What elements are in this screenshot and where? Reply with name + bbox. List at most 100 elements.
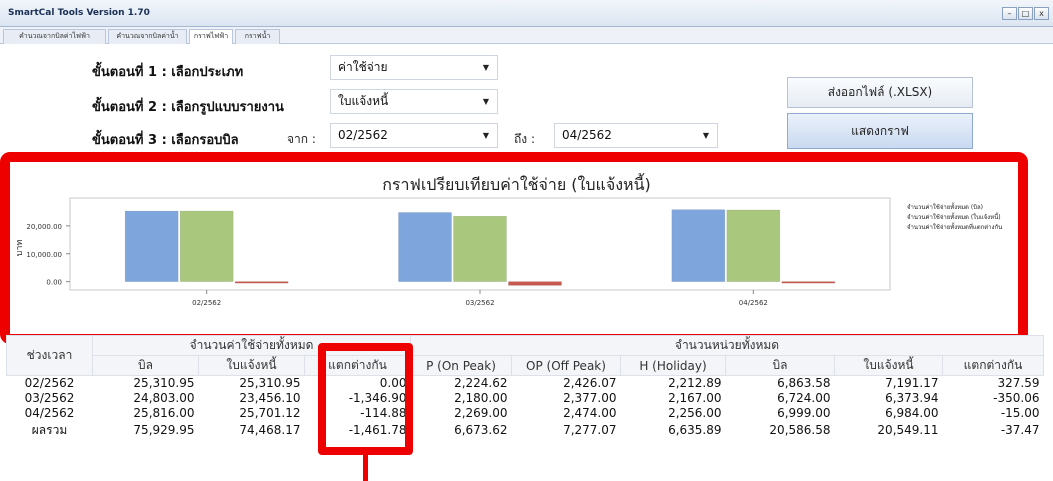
y-axis-label: บาท [15, 240, 25, 257]
table-cell: -37.47 [1000, 423, 1040, 437]
col-header-invoice: ใบแจ้งหนี้ [198, 355, 305, 376]
expense-group-header: จำนวนค่าใช้จ่ายทั้งหมด [92, 335, 411, 356]
table-cell: 6,635.89 [668, 423, 722, 437]
chevron-down-icon: ▼ [482, 97, 489, 106]
table-cell: 6,373.94 [885, 391, 939, 405]
to-period-select[interactable]: 04/2562 ▼ [554, 123, 718, 148]
table-cell: 2,224.62 [454, 376, 508, 391]
table-row[interactable]: 04/2562 25,816.00 25,701.12 -114.88 2,269.00… [7, 406, 1044, 421]
from-period-select[interactable]: 02/2562 ▼ [330, 123, 498, 148]
table-row[interactable]: 02/2562 25,310.95 25,310.95 0.00 2,224.62 2,4… [7, 376, 1044, 391]
table-cell: 20,586.58 [769, 423, 831, 437]
table-cell: 25,310.95 [133, 376, 195, 391]
col-header-difference: แตกต่างกัน [304, 355, 411, 376]
bar-bill [398, 212, 452, 282]
table-cell: 6,984.00 [885, 406, 939, 420]
chevron-down-icon: ▼ [702, 131, 709, 140]
table-cell: 2,212.89 [668, 376, 722, 391]
title-bar: SmartCal Tools Version 1.70 – □ x [0, 0, 1053, 27]
table-cell: 23,456.10 [239, 391, 301, 405]
table-cell: 74,468.17 [239, 423, 301, 437]
table-cell: 6,863.58 [777, 376, 831, 391]
table-cell: 2,474.00 [563, 406, 617, 420]
table-cell: 6,673.62 [454, 423, 508, 437]
from-label: จาก : [287, 132, 316, 146]
tab-water-graph[interactable]: กราฟน้ำ [235, 29, 280, 44]
table-cell: 0.00 [379, 376, 407, 391]
type-select-value: ค่าใช้จ่าย [338, 60, 388, 74]
maximize-button[interactable]: □ [1018, 7, 1033, 20]
table-cell: 24,803.00 [133, 391, 195, 405]
export-xlsx-button[interactable]: ส่งออกไฟล์ (.XLSX) [787, 77, 973, 108]
tab-water-bill-calc[interactable]: คำนวณจากบิลค่าน้ำ [108, 29, 187, 44]
window-controls: – □ x [1002, 7, 1049, 20]
table-cell: 25,816.00 [133, 406, 195, 420]
step1-label: ขั้นตอนที่ 1 : เลือกประเภท [92, 65, 244, 80]
table-cell: 7,191.17 [885, 376, 939, 391]
table-cell: 75,929.95 [133, 423, 195, 437]
col-header-bill: บิล [92, 355, 199, 376]
bar-bill [671, 209, 726, 282]
bar-difference [781, 281, 836, 284]
minimize-button[interactable]: – [1002, 7, 1017, 20]
bar-invoice [726, 209, 781, 282]
table-row[interactable]: ผลรวม 75,929.95 74,468.17 -1,461.78 6,673.62… [7, 421, 1044, 440]
table-cell: 327.59 [997, 376, 1040, 391]
summary-table-container: ช่วงเวลา จำนวนค่าใช้จ่ายทั้งหมด จำนวนหน่… [6, 335, 1053, 481]
table-cell: 6,724.00 [777, 391, 831, 405]
y-tick-label: 10,000.00 [26, 251, 62, 259]
step2-label: ขั้นตอนที่ 2 : เลือกรูปแบบรายงาน [92, 100, 284, 115]
tab-strip: คำนวณจากบิลค่าไฟฟ้า คำนวณจากบิลค่าน้ำ กร… [0, 27, 1053, 45]
row-period-cell: 04/2562 [24, 406, 75, 420]
row-period-cell: ผลรวม [31, 422, 68, 437]
tab-electric-graph[interactable]: กราฟไฟฟ้า [189, 29, 233, 45]
report-format-value: ใบแจ้งหนี้ [338, 94, 389, 108]
summary-table: ช่วงเวลา จำนวนค่าใช้จ่ายทั้งหมด จำนวนหน่… [6, 335, 1044, 440]
bar-difference [234, 281, 289, 284]
from-period-value: 02/2562 [338, 128, 388, 142]
to-label: ถึง : [514, 132, 535, 146]
x-tick-label: 03/2562 [465, 299, 494, 307]
chevron-down-icon: ▼ [482, 63, 489, 72]
summary-table-body: 02/2562 25,310.95 25,310.95 0.00 2,224.62 2,4… [7, 376, 1044, 440]
table-cell: 2,256.00 [668, 406, 722, 420]
y-tick-label: 20,000.00 [26, 223, 62, 231]
table-row[interactable]: 03/2562 24,803.00 23,456.10 -1,346.90 2,180.… [7, 391, 1044, 406]
chart-legend: จำนวนค่าใช้จ่ายทั้งหมด (บิล) จำนวนค่าใช้… [907, 203, 1002, 233]
table-cell: 2,377.00 [563, 391, 617, 405]
table-cell: 20,549.11 [877, 423, 939, 437]
x-tick-label: 02/2562 [192, 299, 221, 307]
table-cell: 2,269.00 [454, 406, 508, 420]
table-cell: -15.00 [1000, 406, 1040, 420]
units-group-header: จำนวนหน่วยทั้งหมด [410, 335, 1044, 356]
table-cell: 2,167.00 [668, 391, 722, 405]
to-period-value: 04/2562 [562, 128, 612, 142]
report-format-select[interactable]: ใบแจ้งหนี้ ▼ [330, 89, 498, 114]
app-window: SmartCal Tools Version 1.70 – □ x คำนวณจ… [0, 0, 1053, 481]
table-cell: 6,999.00 [777, 406, 831, 420]
row-period-cell: 03/2562 [24, 391, 75, 405]
close-button[interactable]: x [1034, 7, 1049, 20]
bar-invoice [179, 210, 234, 282]
table-cell: -1,461.78 [348, 423, 407, 437]
highlight-pointer-line [363, 455, 368, 481]
legend-entry-bill: จำนวนค่าใช้จ่ายทั้งหมด (บิล) [907, 204, 984, 211]
col-header-units-difference: แตกต่างกัน [942, 355, 1044, 376]
bar-difference [508, 281, 562, 286]
table-cell: 25,310.95 [239, 376, 301, 391]
type-select[interactable]: ค่าใช้จ่าย ▼ [330, 55, 498, 80]
period-header: ช่วงเวลา [6, 335, 93, 376]
table-cell: 2,426.07 [563, 376, 617, 391]
table-cell: -1,346.90 [348, 391, 407, 405]
col-header-on-peak: P (On Peak) [410, 355, 512, 376]
show-graph-button[interactable]: แสดงกราฟ [787, 113, 973, 149]
step3-label: ขั้นตอนที่ 3 : เลือกรอบบิล [92, 133, 239, 148]
window-title: SmartCal Tools Version 1.70 [8, 8, 150, 18]
table-cell: 7,277.07 [563, 423, 617, 437]
legend-entry-invoice: จำนวนค่าใช้จ่ายทั้งหมด (ใบแจ้งหนี้) [907, 214, 1001, 221]
row-period-cell: 02/2562 [24, 376, 75, 391]
table-cell: 2,180.00 [454, 391, 508, 405]
legend-entry-difference: จำนวนค่าใช้จ่ายทั้งหมดที่แตกต่างกัน [907, 224, 1003, 231]
table-cell: 25,701.12 [239, 406, 301, 420]
tab-electric-bill-calc[interactable]: คำนวณจากบิลค่าไฟฟ้า [3, 29, 106, 44]
